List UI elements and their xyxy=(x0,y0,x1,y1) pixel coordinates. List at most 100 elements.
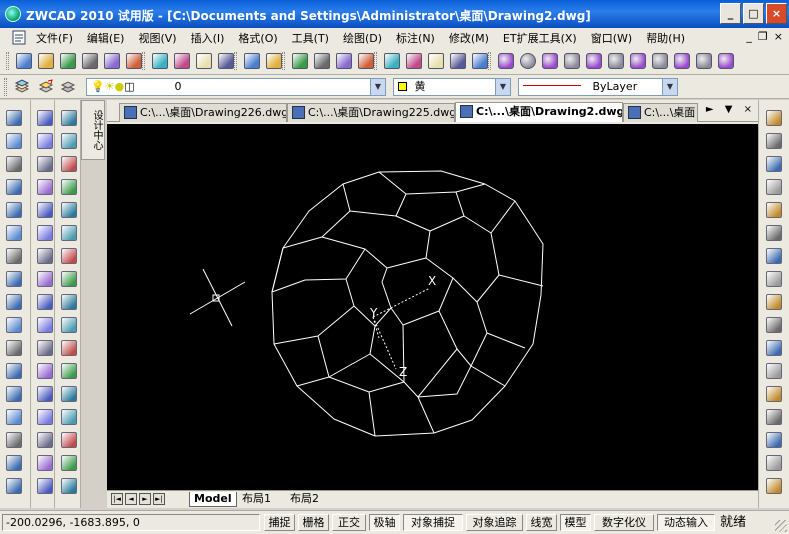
break-icon[interactable] xyxy=(37,363,53,379)
ucs-icon[interactable] xyxy=(61,110,77,126)
trim-icon[interactable] xyxy=(37,317,53,333)
model-viewport[interactable]: X Y Z xyxy=(107,124,758,490)
offset-icon[interactable] xyxy=(37,179,53,195)
layer-dropdown[interactable]: 💡☀●◫ 0 ▼ xyxy=(86,78,386,96)
undo-icon[interactable] xyxy=(244,53,260,69)
ucs-apply-icon[interactable] xyxy=(61,363,77,379)
status-toggle-button[interactable]: 对象捕捉 xyxy=(403,514,463,531)
offset-right-icon[interactable] xyxy=(766,179,782,195)
point-icon[interactable] xyxy=(6,409,22,425)
insert-block-icon[interactable] xyxy=(6,363,22,379)
minimize-button[interactable]: _ xyxy=(720,3,741,24)
sphere-icon[interactable] xyxy=(520,53,536,69)
shell-icon[interactable] xyxy=(37,478,53,494)
zoom-window-icon[interactable] xyxy=(336,53,352,69)
menu-item[interactable]: ET扩展工具(X) xyxy=(503,30,577,46)
paste-icon[interactable] xyxy=(196,53,212,69)
copy-object-icon[interactable] xyxy=(37,133,53,149)
torus-icon[interactable] xyxy=(586,53,602,69)
color-dropdown[interactable]: 黄 ▼ xyxy=(393,78,511,96)
polyline-icon[interactable] xyxy=(6,156,22,172)
resize-grip[interactable] xyxy=(775,520,787,532)
extend-icon[interactable] xyxy=(37,340,53,356)
menu-item[interactable]: 修改(M) xyxy=(449,30,489,46)
slice-icon[interactable] xyxy=(718,53,734,69)
erase-icon[interactable] xyxy=(37,110,53,126)
properties-icon[interactable] xyxy=(384,53,400,69)
chain-icon[interactable] xyxy=(766,133,782,149)
circle-icon[interactable] xyxy=(6,248,22,264)
status-toggle-button[interactable]: 对象追踪 xyxy=(466,514,523,531)
status-toggle-button[interactable]: 线宽 xyxy=(526,514,557,531)
revolve-icon[interactable] xyxy=(630,53,646,69)
status-toggle-button[interactable]: 数字化仪 xyxy=(594,514,654,531)
menu-item[interactable]: 工具(T) xyxy=(292,30,329,46)
toolbar-grip[interactable] xyxy=(4,78,7,96)
solid-edit-icon[interactable] xyxy=(37,455,53,471)
new-icon[interactable] xyxy=(16,53,32,69)
design-center-icon[interactable] xyxy=(406,53,422,69)
layer-state-icon[interactable] xyxy=(38,79,54,95)
document-icon[interactable] xyxy=(11,30,27,45)
tool-palette-icon[interactable] xyxy=(428,53,444,69)
calculator-icon[interactable] xyxy=(450,53,466,69)
pan-icon[interactable] xyxy=(292,53,308,69)
rotate-icon[interactable] xyxy=(37,248,53,264)
polygon-icon[interactable] xyxy=(6,179,22,195)
linetype-dropdown[interactable]: ByLayer ▼ xyxy=(518,78,678,96)
ucs-z-icon[interactable] xyxy=(61,340,77,356)
close-button[interactable]: × xyxy=(766,3,787,24)
region-icon[interactable] xyxy=(6,455,22,471)
array-icon[interactable] xyxy=(37,202,53,218)
document-tab[interactable]: C:\...\桌面 xyxy=(623,103,698,122)
line-icon[interactable] xyxy=(6,110,22,126)
zwcad-app-icon[interactable] xyxy=(5,6,21,22)
document-tab[interactable]: C:\...\桌面\Drawing225.dwg xyxy=(287,103,455,122)
chevron-down-icon[interactable]: ▼ xyxy=(662,79,677,95)
zoom-previous-icon[interactable] xyxy=(358,53,374,69)
ellipse-arc-icon[interactable] xyxy=(6,340,22,356)
move-icon[interactable] xyxy=(37,225,53,241)
box-icon[interactable] xyxy=(498,53,514,69)
copy-icon[interactable] xyxy=(174,53,190,69)
chamfer-right-icon[interactable] xyxy=(766,432,782,448)
ucs-origin-icon[interactable] xyxy=(61,225,77,241)
layout-nav-button[interactable]: ► xyxy=(139,493,151,505)
rotate-right-icon[interactable] xyxy=(766,248,782,264)
fillet-right-icon[interactable] xyxy=(766,455,782,471)
revision-cloud-icon[interactable] xyxy=(6,271,22,287)
explode-right-icon[interactable] xyxy=(766,478,782,494)
extend-right-icon[interactable] xyxy=(766,363,782,379)
scale-right-icon[interactable] xyxy=(766,271,782,287)
document-tab[interactable]: C:\...\桌面\Drawing2.dwg xyxy=(455,102,623,122)
help-icon[interactable] xyxy=(472,53,488,69)
status-toggle-button[interactable]: 模型 xyxy=(560,514,591,531)
layout-tab[interactable]: 布局2 xyxy=(286,492,323,507)
move-right-icon[interactable] xyxy=(766,225,782,241)
ucs-previous-icon[interactable] xyxy=(61,409,77,425)
ucs-view-icon[interactable] xyxy=(61,202,77,218)
ucs-3point-icon[interactable] xyxy=(61,271,77,287)
match-properties-icon[interactable] xyxy=(218,53,234,69)
status-toggle-button[interactable]: 动态输入 xyxy=(657,514,715,531)
previous-layer-icon[interactable] xyxy=(60,79,76,95)
ucs-named-icon[interactable] xyxy=(61,386,77,402)
ucs-face-icon[interactable] xyxy=(61,179,77,195)
print-preview-icon[interactable] xyxy=(104,53,120,69)
break-at-point-icon[interactable] xyxy=(766,386,782,402)
ucs-y-icon[interactable] xyxy=(61,317,77,333)
hatch-icon[interactable] xyxy=(6,432,22,448)
mdi-restore-button[interactable]: ❐ xyxy=(758,30,768,43)
rectangle-icon[interactable] xyxy=(6,202,22,218)
stretch-icon[interactable] xyxy=(37,294,53,310)
light-icon[interactable] xyxy=(61,478,77,494)
construction-line-icon[interactable] xyxy=(6,133,22,149)
menu-item[interactable]: 帮助(H) xyxy=(646,30,685,46)
render-icon[interactable] xyxy=(61,455,77,471)
menu-item[interactable]: 文件(F) xyxy=(36,30,73,46)
explode-icon[interactable] xyxy=(37,432,53,448)
intersect-icon[interactable] xyxy=(696,53,712,69)
print-icon[interactable] xyxy=(82,53,98,69)
layout-nav-button[interactable]: |◄ xyxy=(111,493,123,505)
mirror-right-icon[interactable] xyxy=(766,156,782,172)
